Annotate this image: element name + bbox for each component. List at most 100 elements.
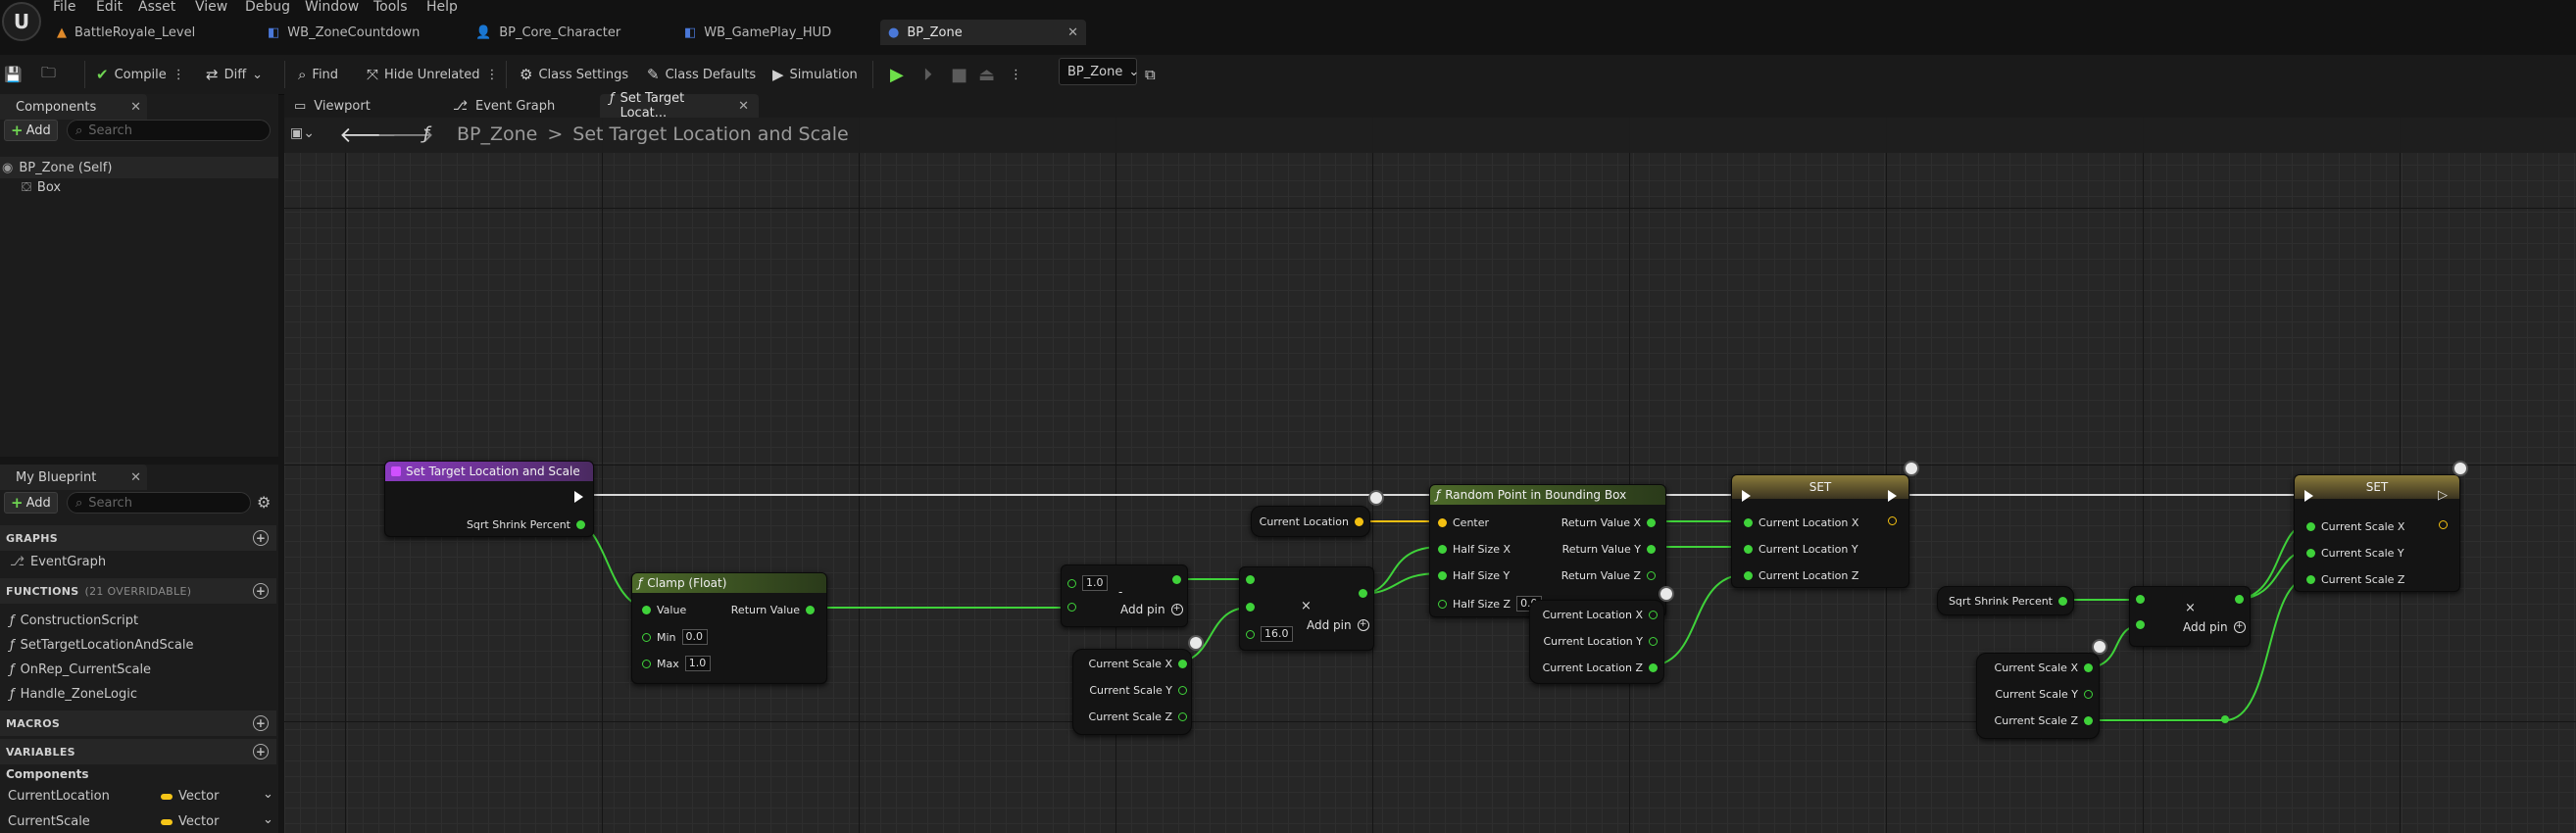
collapse-node-icon[interactable]: [2454, 463, 2466, 474]
float-pin-icon: [2136, 620, 2145, 629]
pin-return-value[interactable]: Return Value: [731, 604, 815, 616]
node-title: Clamp (Float): [647, 576, 727, 590]
node-subtract[interactable]: 1.0 - Add pin +: [1061, 564, 1188, 627]
pin-output-vector[interactable]: [1888, 516, 1897, 525]
node-multiply[interactable]: × 16.0 Add pin +: [1239, 566, 1374, 651]
node-random-point-in-bounding-box[interactable]: ƒ Random Point in Bounding Box Center Hal…: [1429, 484, 1666, 617]
node-clamp-float[interactable]: ƒ Clamp (Float) Value Return Value Min 0.0…: [631, 572, 827, 684]
float-pin-icon: [576, 520, 585, 529]
float-pin-icon: [1649, 611, 1658, 619]
node-get-current-scale[interactable]: Current Scale X Current Scale Y Current …: [1072, 649, 1192, 735]
pin-half-size-y[interactable]: Half Size Y: [1438, 569, 1510, 582]
node-set-current-location[interactable]: SET Current Location X Current Location …: [1731, 474, 1909, 588]
pin-label: Current Scale Y: [1089, 684, 1172, 697]
add-pin-label: Add pin: [1307, 618, 1352, 632]
pin-half-size-z[interactable]: Half Size Z 0.0: [1438, 596, 1543, 612]
pin-b[interactable]: [1067, 603, 1076, 612]
collapse-node-icon[interactable]: [2094, 641, 2105, 653]
exec-out-pin[interactable]: [1888, 490, 1897, 502]
pin-current-scale-x[interactable]: Current Scale X: [1089, 658, 1187, 670]
pin-current-scale-z[interactable]: Current Scale Z: [1089, 710, 1187, 723]
pin-label: Return Value: [730, 604, 800, 616]
pin-sqrt-shrink-percent[interactable]: Sqrt Shrink Percent: [1949, 595, 2067, 608]
node-multiply-2[interactable]: × Add pin +: [2129, 586, 2251, 647]
pin-b[interactable]: [1246, 603, 1255, 612]
pin-current-scale-x[interactable]: Current Scale X: [1995, 662, 2093, 674]
collapse-node-icon[interactable]: [1660, 588, 1672, 600]
pin-result[interactable]: [2235, 595, 2244, 604]
float-pin-icon: [2306, 549, 2315, 558]
node-get-sqrt-shrink-percent[interactable]: Sqrt Shrink Percent: [1937, 586, 2074, 615]
pin-a[interactable]: [1246, 575, 1255, 584]
add-pin-button[interactable]: Add pin +: [1307, 618, 1369, 632]
pin-label: Current Scale Z: [1088, 710, 1172, 723]
pin-output-vector[interactable]: [2439, 520, 2448, 529]
pin-current-location-y[interactable]: Current Location Y: [1543, 635, 1658, 648]
multiply-input[interactable]: 16.0: [1261, 626, 1293, 642]
float-pin-icon: [642, 606, 651, 614]
pin-value[interactable]: Value: [642, 604, 686, 616]
pin-label: Current Scale Y: [1995, 688, 2078, 701]
pin-b[interactable]: [2136, 620, 2145, 629]
add-pin-button[interactable]: Add pin +: [2183, 620, 2246, 634]
pin-current-location[interactable]: Current Location: [1260, 515, 1363, 528]
pin-current-scale-y[interactable]: Current Scale Y: [1089, 684, 1187, 697]
pin-label: Return Value Y: [1561, 543, 1641, 556]
pin-return-value-z[interactable]: Return Value Z: [1561, 569, 1656, 582]
exec-out-pin[interactable]: [574, 491, 583, 503]
pin-current-location-z[interactable]: Current Location Z: [1543, 662, 1658, 674]
node-get-current-location[interactable]: Current Location: [1251, 506, 1370, 537]
pin-label: Return Value X: [1560, 516, 1641, 529]
pin-current-location-y[interactable]: Current Location Y: [1744, 543, 1858, 556]
pin-label: Return Value Z: [1560, 569, 1641, 582]
exec-in-pin[interactable]: [2304, 490, 2313, 502]
float-pin-icon: [1744, 518, 1753, 527]
add-pin-icon: +: [2233, 621, 2246, 633]
node-get-current-location-split[interactable]: Current Location X Current Location Y Cu…: [1529, 600, 1664, 684]
float-pin-icon: [1246, 629, 1255, 639]
pin-current-scale-z[interactable]: Current Scale Z: [1995, 714, 2093, 727]
float-pin-icon: [642, 659, 651, 668]
float-pin-icon: [1744, 545, 1753, 554]
pin-c[interactable]: 16.0: [1246, 626, 1293, 642]
pin-min[interactable]: Min 0.0: [642, 629, 708, 645]
pin-result[interactable]: [1359, 589, 1367, 598]
min-value-input[interactable]: 0.0: [681, 629, 708, 645]
collapse-node-icon[interactable]: [1906, 463, 1917, 474]
function-icon: ƒ: [1436, 488, 1441, 502]
pin-current-scale-z[interactable]: Current Scale Z: [2306, 573, 2404, 586]
exec-out-pin[interactable]: ▷: [2438, 488, 2448, 503]
collapse-node-icon[interactable]: [1370, 492, 1382, 504]
pin-a[interactable]: [2136, 595, 2145, 604]
node-function-entry[interactable]: Set Target Location and Scale Sqrt Shrin…: [384, 461, 594, 537]
node-title: Random Point in Bounding Box: [1445, 488, 1627, 502]
event-icon: [391, 466, 401, 476]
pin-sqrt-shrink-percent[interactable]: Sqrt Shrink Percent: [467, 518, 585, 531]
max-value-input[interactable]: 1.0: [684, 656, 711, 671]
pin-half-size-x[interactable]: Half Size X: [1438, 543, 1511, 556]
node-set-current-scale[interactable]: SET ▷ Current Scale X Current Scale Y Cu…: [2294, 474, 2460, 592]
exec-in-pin[interactable]: [1742, 490, 1751, 502]
float-pin-icon: [1067, 603, 1076, 612]
pin-label: Min: [657, 630, 676, 644]
float-pin-icon: [806, 606, 815, 614]
pin-result[interactable]: [1172, 575, 1181, 584]
pin-label: Center: [1453, 516, 1490, 529]
add-pin-button[interactable]: Add pin +: [1120, 603, 1183, 616]
subtract-input[interactable]: 1.0: [1082, 575, 1108, 591]
collapse-node-icon[interactable]: [1190, 637, 1202, 649]
pin-max[interactable]: Max 1.0: [642, 656, 711, 671]
pin-return-value-x[interactable]: Return Value X: [1561, 516, 1656, 529]
node-get-current-scale-split[interactable]: Current Scale X Current Scale Y Current …: [1976, 653, 2100, 739]
float-pin-icon: [1246, 575, 1255, 584]
pin-current-location-x[interactable]: Current Location X: [1744, 516, 1858, 529]
pin-label: Current Location Y: [1759, 543, 1858, 556]
pin-center[interactable]: Center: [1438, 516, 1489, 529]
pin-current-scale-y[interactable]: Current Scale Y: [2306, 547, 2404, 560]
pin-current-scale-y[interactable]: Current Scale Y: [1995, 688, 2093, 701]
pin-current-scale-x[interactable]: Current Scale X: [2306, 520, 2404, 533]
pin-current-location-x[interactable]: Current Location X: [1543, 609, 1658, 621]
pin-current-location-z[interactable]: Current Location Z: [1744, 569, 1858, 582]
pin-a[interactable]: 1.0: [1067, 575, 1108, 591]
pin-return-value-y[interactable]: Return Value Y: [1562, 543, 1656, 556]
